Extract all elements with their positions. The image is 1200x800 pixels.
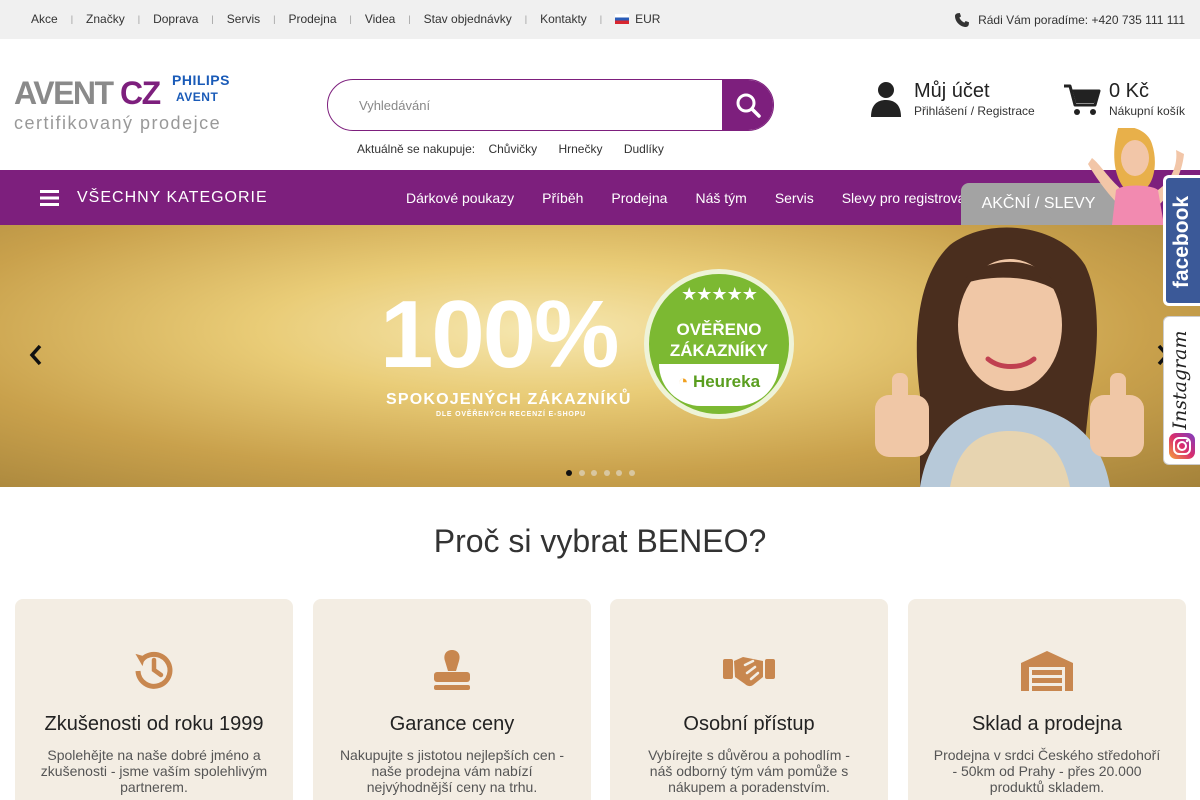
card-text: Nakupujte s jistotou nejlepších cen - na… (339, 747, 565, 795)
section-title: Proč si vybrat BENEO? (433, 523, 767, 559)
trending-link[interactable]: Dudlíky (624, 142, 664, 156)
top-nav-stav-objednavky[interactable]: Stav objednávky (411, 12, 525, 26)
search-button[interactable] (722, 80, 773, 130)
account-text: Můj účet Přihlášení / Registrace (914, 79, 1035, 118)
cart-label: Nákupní košík (1109, 104, 1186, 118)
account-title: Můj účet (914, 80, 990, 102)
card-icon-wrap (610, 649, 888, 691)
slider-dot[interactable] (628, 470, 635, 476)
hero-woman-image (875, 227, 1144, 487)
phone-contact[interactable]: Rádi Vám poradíme: +420 735 111 111 (954, 12, 1185, 28)
feature-card-warehouse: Sklad a prodejna Prodejna v srdci Českéh… (908, 599, 1186, 800)
card-title: Sklad a prodejna (971, 713, 1123, 735)
account-link[interactable]: Můj účet Přihlášení / Registrace (870, 79, 1035, 118)
slider-dot[interactable] (591, 470, 597, 476)
feature-card-price: Garance ceny Nakupujte s jistotou nejlep… (313, 599, 591, 800)
category-nav: Dárkové poukazy Příběh Prodejna Náš tým … (392, 170, 967, 225)
slider-dots (566, 470, 641, 476)
top-nav-kontakty[interactable]: Kontakty (527, 12, 600, 26)
facebook-tab[interactable]: facebook (1163, 175, 1200, 306)
card-text: Vybírejte s důvěrou a pohodlím - náš odb… (648, 747, 850, 795)
search-box (327, 79, 774, 131)
stars-icon: ★★★★★ (681, 284, 758, 304)
philips-logo: PHILIPS (172, 72, 230, 88)
cat-link-nas-tym[interactable]: Náš tým (681, 190, 760, 206)
cat-link-pribeh[interactable]: Příběh (528, 190, 597, 206)
history-icon (135, 651, 173, 689)
hero-subline-small: DLE OVĚŘENÝCH RECENZÍ E-SHOPU (436, 411, 586, 418)
search-icon (736, 93, 761, 118)
cart-total: 0 Kč (1109, 80, 1150, 102)
hamburger-icon (40, 189, 59, 206)
account-subtitle[interactable]: Přihlášení / Registrace (914, 104, 1035, 118)
card-icon-wrap (908, 649, 1186, 691)
top-nav-servis[interactable]: Servis (214, 12, 273, 26)
header: AVENT CZ PHILIPS AVENT certifikovaný pro… (0, 39, 1200, 170)
slider-prev-arrow[interactable] (28, 343, 44, 367)
heureka-logo: ◔ Heureka (659, 364, 779, 406)
heureka-mark-icon: ◔ (677, 372, 689, 391)
currency-label: EUR (635, 12, 661, 26)
all-categories-button[interactable]: VŠECHNY KATEGORIE (40, 170, 268, 225)
card-title: Garance ceny (389, 713, 515, 735)
handshake-icon (723, 657, 775, 687)
card-text: Prodejna v srdci Českého středohoří - 50… (933, 747, 1161, 795)
slider-dot[interactable] (603, 470, 610, 476)
top-nav-prodejna[interactable]: Prodejna (275, 12, 349, 26)
site-logo[interactable]: AVENT CZ PHILIPS AVENT certifikovaný pro… (14, 72, 244, 137)
trending-searches: Aktuálně se nakupuje: Chůvičky Hrnečky D… (357, 142, 682, 156)
instagram-icon (1169, 433, 1195, 459)
cat-link-servis[interactable]: Servis (761, 190, 828, 206)
hero-banner[interactable]: 100% SPOKOJENÝCH ZÁKAZNÍKŮ DLE OVĚŘENÝCH… (0, 225, 1200, 487)
phone-icon (955, 13, 970, 27)
user-icon (871, 82, 901, 117)
trending-link[interactable]: Chůvičky (488, 142, 537, 156)
trending-link[interactable]: Hrnečky (558, 142, 602, 156)
heureka-brand: Heureka (692, 372, 761, 391)
top-nav-znacky[interactable]: Značky (73, 12, 138, 26)
avent-logo: AVENT (176, 90, 219, 104)
hero-subline: SPOKOJENÝCH ZÁKAZNÍKŮ (386, 391, 632, 408)
cart-text: 0 Kč Nákupní košík (1109, 79, 1185, 118)
flag-icon (615, 14, 630, 24)
slider-dot[interactable] (578, 470, 585, 476)
badge-line2: ZÁKAZNÍKY (669, 341, 769, 360)
stamp-icon (434, 650, 470, 690)
card-title: Osobní přístup (683, 713, 815, 735)
feature-card-personal: Osobní přístup Vybírejte s důvěrou a poh… (610, 599, 888, 800)
top-nav-doprava[interactable]: Doprava (140, 12, 211, 26)
feature-card-experience: Zkušenosti od roku 1999 Spolehějte na na… (15, 599, 293, 800)
instagram-tab[interactable]: Instagram (1163, 316, 1200, 465)
card-text: Spolehějte na naše dobré jméno a zkušeno… (40, 747, 268, 795)
top-nav-videa[interactable]: Videa (352, 12, 408, 26)
cart-icon (1064, 84, 1101, 115)
phone-text: Rádi Vám poradíme: +420 735 111 111 (978, 13, 1185, 27)
card-title: Zkušenosti od roku 1999 (44, 713, 264, 735)
logo-name-left: AVENT (14, 75, 114, 111)
logo-name-right: CZ (119, 75, 161, 111)
cat-link-slevy[interactable]: Slevy pro registrované (828, 190, 967, 206)
top-nav-akce[interactable]: Akce (18, 12, 71, 26)
logo-tagline: certifikovaný prodejce (14, 113, 222, 133)
hero-headline: 100% (380, 281, 620, 388)
cat-link-darkove-poukazy[interactable]: Dárkové poukazy (392, 190, 528, 206)
search-input[interactable] (328, 80, 723, 130)
instagram-label: Instagram (1169, 330, 1191, 430)
facebook-label: facebook (1170, 195, 1193, 289)
heureka-badge: ★★★★★ OVĚŘENO ZÁKAZNÍKY ◔ Heureka (644, 269, 794, 419)
logo-text: AVENT CZ (14, 75, 161, 112)
slider-dot[interactable] (566, 470, 572, 476)
top-nav: Akce | Značky | Doprava | Servis | Prodejna |… (18, 12, 673, 26)
currency-selector[interactable]: EUR (602, 12, 673, 26)
card-icon-wrap (313, 649, 591, 691)
warehouse-icon (1021, 651, 1073, 691)
slider-dot[interactable] (616, 470, 622, 476)
cart-link[interactable]: 0 Kč Nákupní košík (1063, 79, 1185, 118)
card-icon-wrap (15, 649, 293, 691)
top-bar: Akce | Značky | Doprava | Servis | Prodejna |… (0, 0, 1200, 39)
badge-line1: OVĚŘENO (676, 320, 762, 339)
cat-link-prodejna[interactable]: Prodejna (597, 190, 681, 206)
trending-label: Aktuálně se nakupuje: (357, 142, 476, 156)
all-categories-label: VŠECHNY KATEGORIE (77, 188, 268, 206)
